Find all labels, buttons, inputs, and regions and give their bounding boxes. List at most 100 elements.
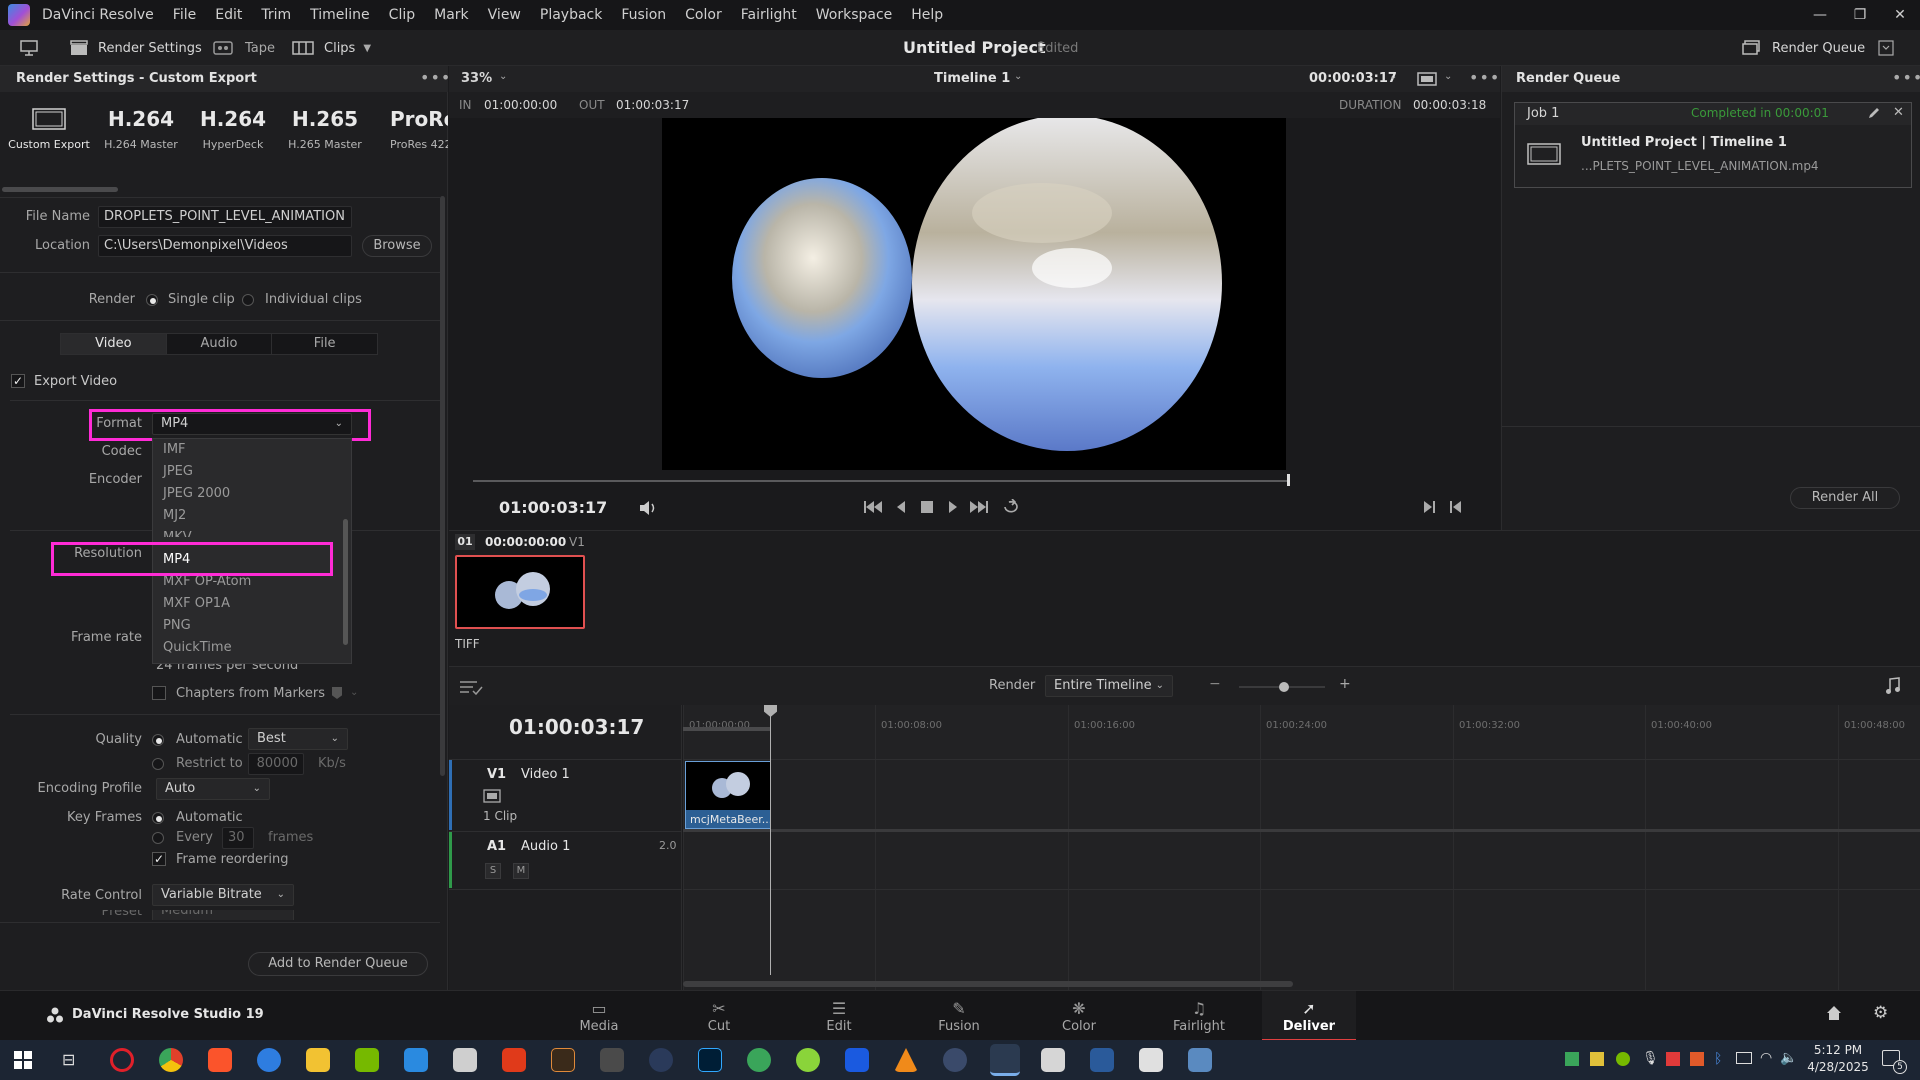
clip-thumbnail[interactable] [455, 555, 585, 629]
preset-prores[interactable]: ProRes ProRes 422 H [372, 104, 448, 151]
more-options-icon[interactable]: ••• [1469, 68, 1500, 87]
jump-to-start-icon[interactable] [863, 500, 883, 514]
format-option-mj2[interactable]: MJ2 [153, 505, 351, 527]
solo-button[interactable]: S [485, 863, 501, 879]
minimize-button[interactable]: — [1800, 0, 1840, 30]
tray-icon[interactable] [1690, 1052, 1704, 1066]
format-option-mxf-op1a[interactable]: MXF OP1A [153, 593, 351, 615]
prev-edit-icon[interactable] [1449, 500, 1463, 514]
export-video-checkbox[interactable]: ✓ [11, 374, 25, 388]
wifi-icon[interactable]: ◠ [1760, 1050, 1772, 1066]
timeline-name[interactable]: Timeline 1 [934, 71, 1010, 86]
track-separator[interactable] [683, 829, 1920, 832]
preset-hyperdeck[interactable]: H.264 HyperDeck [188, 104, 278, 151]
zoom-slider-handle[interactable] [1279, 682, 1289, 692]
chapters-checkbox[interactable] [152, 686, 166, 700]
page-fairlight[interactable]: ♫ Fairlight [1152, 991, 1246, 1041]
app-icon[interactable] [845, 1048, 869, 1072]
play-reverse-icon[interactable] [895, 500, 907, 514]
tray-icon[interactable] [1565, 1052, 1579, 1066]
bluetooth-icon[interactable]: ᛒ [1714, 1051, 1722, 1067]
render-all-button[interactable]: Render All [1790, 487, 1900, 509]
every-field[interactable]: 30 [222, 827, 254, 849]
music-note-icon[interactable] [1885, 677, 1901, 695]
play-icon[interactable] [947, 500, 959, 514]
zoom-level[interactable]: 33% [461, 71, 492, 86]
next-edit-icon[interactable] [1423, 500, 1437, 514]
chevron-down-icon[interactable]: ⌄ [499, 71, 507, 82]
page-cut[interactable]: ✂ Cut [672, 991, 766, 1041]
preset-h265-master[interactable]: H.265 H.265 Master [280, 104, 370, 151]
photoshop-icon[interactable] [698, 1048, 722, 1072]
clock-time[interactable]: 5:12 PM [1806, 1043, 1870, 1057]
app-icon[interactable] [453, 1048, 477, 1072]
format-option-jpeg[interactable]: JPEG [153, 461, 351, 483]
menu-view[interactable]: View [488, 7, 521, 23]
chrome-icon[interactable] [159, 1048, 183, 1072]
menu-fairlight[interactable]: Fairlight [741, 7, 797, 23]
playhead-line[interactable] [770, 705, 771, 975]
chevron-down-icon[interactable]: ⌄ [1014, 71, 1022, 82]
individual-clips-radio[interactable] [242, 294, 254, 306]
encoding-profile-select[interactable]: Auto ⌄ [156, 778, 270, 800]
preset-custom-export[interactable]: Custom Export [4, 104, 94, 151]
file-name-field[interactable]: DROPLETS_POINT_LEVEL_ANIMATION [98, 206, 352, 228]
stop-icon[interactable] [921, 501, 933, 513]
speaker-icon[interactable]: 🔈 [1780, 1050, 1797, 1066]
maximize-button[interactable]: ❐ [1840, 0, 1880, 30]
timeline-options-icon[interactable] [459, 679, 483, 695]
gear-icon[interactable]: ⚙ [1873, 1003, 1888, 1023]
app-icon[interactable] [1139, 1048, 1163, 1072]
more-options-icon[interactable]: ••• [1892, 68, 1920, 87]
playhead-handle[interactable] [764, 705, 777, 717]
jump-to-end-icon[interactable] [969, 500, 989, 514]
opera-icon[interactable] [110, 1048, 134, 1072]
page-media[interactable]: ▭ Media [552, 991, 646, 1041]
app-icon[interactable] [943, 1048, 967, 1072]
close-window-button[interactable]: ✕ [1880, 0, 1920, 30]
nvidia-icon[interactable] [355, 1048, 379, 1072]
task-view-icon[interactable]: ⊟ [62, 1050, 75, 1069]
render-queue-toggle[interactable]: Render Queue [1742, 30, 1865, 66]
format-option-quicktime[interactable]: QuickTime [153, 637, 351, 659]
scrub-playhead[interactable] [1287, 474, 1290, 486]
zoom-in-icon[interactable]: + [1339, 676, 1351, 692]
scrub-bar[interactable] [473, 480, 1289, 482]
app-icon[interactable] [796, 1048, 820, 1072]
app-icon[interactable] [1188, 1048, 1212, 1072]
tab-audio[interactable]: Audio [165, 334, 272, 354]
app-icon[interactable] [502, 1048, 526, 1072]
tab-file[interactable]: File [271, 334, 377, 354]
settings-scrollbar[interactable] [440, 196, 445, 776]
quality-automatic-radio[interactable] [152, 734, 164, 746]
blender-icon[interactable] [649, 1048, 673, 1072]
volume-icon[interactable] [639, 500, 657, 516]
format-option-mkv[interactable]: MKV [153, 527, 351, 537]
zoom-out-icon[interactable]: − [1209, 676, 1221, 692]
chevron-down-icon[interactable]: ⌄ [1389, 71, 1397, 82]
menu-fusion[interactable]: Fusion [621, 7, 666, 23]
film-icon[interactable] [483, 789, 501, 803]
tray-icon[interactable] [1616, 1052, 1630, 1066]
file-explorer-icon[interactable] [306, 1048, 330, 1072]
firefox-icon[interactable] [257, 1048, 281, 1072]
page-fusion[interactable]: ✎ Fusion [912, 991, 1006, 1041]
preset-h264-master[interactable]: H.264 H.264 Master [96, 104, 186, 151]
app-icon[interactable] [747, 1048, 771, 1072]
timeline-video-clip[interactable]: mcjMetaBeer... [685, 761, 771, 829]
rate-control-select[interactable]: Variable Bitrate ⌄ [152, 884, 294, 906]
battery-icon[interactable] [1736, 1052, 1752, 1064]
daz-studio-icon[interactable] [551, 1048, 575, 1072]
preset-scrollbar[interactable] [2, 187, 118, 192]
menu-timeline[interactable]: Timeline [310, 7, 370, 23]
windows-start-icon[interactable] [14, 1051, 32, 1069]
format-option-jpeg2000[interactable]: JPEG 2000 [153, 483, 351, 505]
viewer-options-icon[interactable] [1417, 72, 1437, 86]
mute-button[interactable]: M [513, 863, 529, 879]
page-edit[interactable]: ☰ Edit [792, 991, 886, 1041]
quality-select[interactable]: Best ⌄ [248, 728, 348, 750]
app-icon[interactable] [404, 1048, 428, 1072]
loop-icon[interactable] [1001, 499, 1021, 515]
timeline-scrollbar[interactable] [683, 981, 1293, 987]
menu-edit[interactable]: Edit [215, 7, 242, 23]
